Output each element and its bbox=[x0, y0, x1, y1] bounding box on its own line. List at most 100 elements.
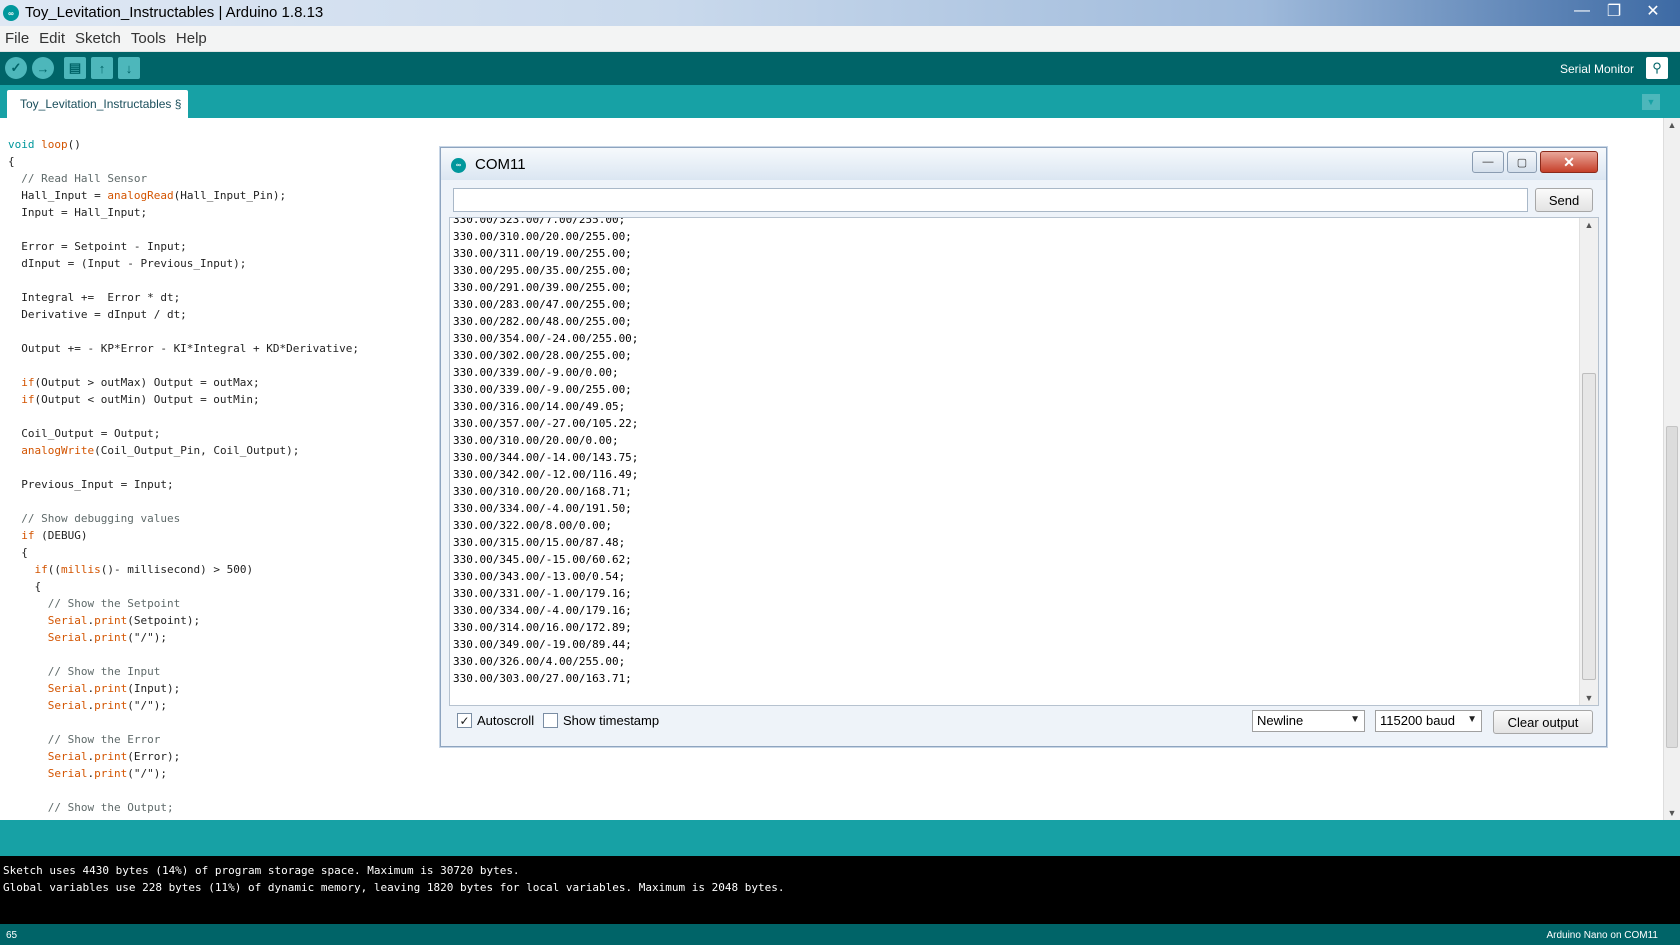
code-text[interactable]: void loop() { // Read Hall Sensor Hall_In… bbox=[8, 136, 359, 816]
code-line: if(Output < outMin) Output = outMin; bbox=[21, 393, 260, 406]
serial-line: 330.00/283.00/47.00/255.00; bbox=[453, 298, 632, 311]
maximize-button[interactable]: ❐ bbox=[1598, 0, 1630, 22]
clear-output-button[interactable]: Clear output bbox=[1493, 710, 1593, 734]
open-sketch-button[interactable]: ↑ bbox=[91, 57, 113, 79]
menu-tools[interactable]: Tools bbox=[126, 30, 171, 47]
serial-line: 330.00/334.00/-4.00/179.16; bbox=[453, 604, 632, 617]
code-line: Serial.print("/"); bbox=[47, 699, 167, 712]
console-output: Sketch uses 4430 bytes (14%) of program … bbox=[0, 856, 1680, 924]
serial-output-text: 330.00/323.00/7.00/255.00; 330.00/310.00/… bbox=[453, 218, 639, 687]
minimize-button[interactable]: — bbox=[1566, 0, 1598, 22]
serial-line: 330.00/326.00/4.00/255.00; bbox=[453, 655, 626, 668]
send-button[interactable]: Send bbox=[1535, 188, 1593, 212]
serial-line: 330.00/316.00/14.00/49.05; bbox=[453, 400, 626, 413]
editor-scroll-thumb[interactable] bbox=[1666, 426, 1678, 748]
serial-monitor-button[interactable]: ⚲ bbox=[1646, 57, 1668, 79]
serial-minimize-button[interactable]: — bbox=[1472, 151, 1504, 173]
serial-monitor-title: COM11 bbox=[475, 156, 526, 173]
editor-scroll-down-icon[interactable]: ▼ bbox=[1664, 806, 1680, 820]
code-line: Hall_Input = analogRead(Hall_Input_Pin); bbox=[8, 189, 287, 202]
console-header bbox=[0, 820, 1680, 856]
show-timestamp-label: Show timestamp bbox=[563, 713, 660, 728]
serial-line: 330.00/334.00/-4.00/191.50; bbox=[453, 502, 632, 515]
serial-line: 330.00/343.00/-13.00/0.54; bbox=[453, 570, 626, 583]
serial-line: 330.00/295.00/35.00/255.00; bbox=[453, 264, 632, 277]
code-line: Serial.print("/"); bbox=[47, 767, 167, 780]
serial-send-input[interactable] bbox=[453, 188, 1528, 212]
window-controls: — ❐ ✕ bbox=[1566, 0, 1676, 22]
serial-maximize-button[interactable]: ▢ bbox=[1507, 151, 1537, 173]
code-line: // Show debugging values bbox=[21, 512, 181, 525]
code-line: if(Output > outMax) Output = outMax; bbox=[21, 376, 260, 389]
menu-file[interactable]: File bbox=[0, 30, 34, 47]
close-button[interactable]: ✕ bbox=[1630, 0, 1676, 22]
serial-output[interactable]: 330.00/323.00/7.00/255.00; 330.00/310.00/… bbox=[449, 217, 1599, 706]
window-title: Toy_Levitation_Instructables | Arduino 1… bbox=[25, 4, 324, 21]
upload-button[interactable]: → bbox=[32, 57, 54, 79]
serial-scroll-thumb[interactable] bbox=[1582, 373, 1596, 680]
menu-sketch[interactable]: Sketch bbox=[70, 30, 126, 47]
code-line: void loop() bbox=[8, 138, 81, 151]
code-line: // Show the Error bbox=[47, 733, 161, 746]
save-sketch-button[interactable]: ↓ bbox=[118, 57, 140, 79]
menu-help[interactable]: Help bbox=[171, 30, 212, 47]
code-line: if((millis()- millisecond) > 500) bbox=[34, 563, 254, 576]
autoscroll-label: Autoscroll bbox=[477, 713, 535, 728]
serial-scroll-down-icon[interactable]: ▼ bbox=[1580, 691, 1598, 705]
serial-close-button[interactable]: ✕ bbox=[1540, 151, 1598, 173]
serial-line: 330.00/311.00/19.00/255.00; bbox=[453, 247, 632, 260]
baud-rate-select[interactable]: 115200 baud ▼ bbox=[1375, 710, 1482, 732]
serial-scroll-up-icon[interactable]: ▲ bbox=[1580, 218, 1598, 232]
menu-edit[interactable]: Edit bbox=[34, 30, 70, 47]
serial-output-scrollbar[interactable]: ▲ ▼ bbox=[1579, 218, 1598, 705]
console-line: Sketch uses 4430 bytes (14%) of program … bbox=[3, 864, 520, 877]
line-ending-select[interactable]: Newline ▼ bbox=[1252, 710, 1365, 732]
code-line: Derivative = dInput / dt; bbox=[8, 308, 187, 321]
serial-line: 330.00/322.00/8.00/0.00; bbox=[453, 519, 612, 532]
editor-scroll-up-icon[interactable]: ▲ bbox=[1664, 118, 1680, 132]
show-timestamp-checkbox[interactable] bbox=[543, 713, 558, 728]
new-sketch-button[interactable]: ▤ bbox=[64, 57, 86, 79]
code-line: Serial.print("/"); bbox=[47, 631, 167, 644]
code-line: Serial.print(Error); bbox=[47, 750, 181, 763]
serial-line: 330.00/344.00/-14.00/143.75; bbox=[453, 451, 639, 464]
code-line: Integral += Error * dt; bbox=[8, 291, 181, 304]
code-line: // Show the Setpoint bbox=[47, 597, 181, 610]
tab-menu-icon[interactable]: ▼ bbox=[1642, 94, 1660, 110]
status-bar: 65 Arduino Nano on COM11 bbox=[0, 924, 1680, 945]
serial-line: 330.00/354.00/-24.00/255.00; bbox=[453, 332, 639, 345]
line-ending-value: Newline bbox=[1257, 713, 1304, 728]
serial-line: 330.00/314.00/16.00/172.89; bbox=[453, 621, 632, 634]
code-line: // Show the Input bbox=[47, 665, 161, 678]
serial-line: 330.00/315.00/15.00/87.48; bbox=[453, 536, 626, 549]
serial-monitor-window: ∞ COM11 — ▢ ✕ Send 330.00/323.00/7.00/25… bbox=[440, 147, 1607, 747]
tab-sketch[interactable]: Toy_Levitation_Instructables § bbox=[7, 90, 189, 118]
arduino-ide-window: ∞ Toy_Levitation_Instructables | Arduino… bbox=[0, 0, 1680, 945]
verify-button[interactable]: ✓ bbox=[5, 57, 27, 79]
serial-line: 330.00/331.00/-1.00/179.16; bbox=[453, 587, 632, 600]
code-line: Coil_Output = Output; bbox=[8, 427, 161, 440]
code-line: { bbox=[8, 155, 15, 168]
serial-monitor-title-bar: ∞ COM11 — ▢ ✕ bbox=[441, 148, 1606, 180]
toolbar: ✓ → ▤ ↑ ↓ Serial Monitor ⚲ bbox=[0, 52, 1680, 85]
editor-scrollbar[interactable]: ▲ ▼ bbox=[1663, 118, 1680, 820]
code-line: dInput = (Input - Previous_Input); bbox=[8, 257, 247, 270]
chevron-down-icon: ▼ bbox=[1350, 714, 1360, 725]
serial-line: 330.00/342.00/-12.00/116.49; bbox=[453, 468, 639, 481]
code-line: Output += - KP*Error - KI*Integral + KD*… bbox=[8, 342, 359, 355]
serial-line: 330.00/339.00/-9.00/255.00; bbox=[453, 383, 632, 396]
serial-line: 330.00/310.00/20.00/0.00; bbox=[453, 434, 619, 447]
serial-line: 330.00/303.00/27.00/163.71; bbox=[453, 672, 632, 685]
code-line: Serial.print(Setpoint); bbox=[47, 614, 201, 627]
code-line: if (DEBUG) bbox=[21, 529, 88, 542]
baud-rate-value: 115200 baud bbox=[1380, 713, 1455, 728]
menu-bar: File Edit Sketch Tools Help bbox=[0, 26, 1680, 52]
autoscroll-checkbox[interactable]: ✓ bbox=[457, 713, 472, 728]
